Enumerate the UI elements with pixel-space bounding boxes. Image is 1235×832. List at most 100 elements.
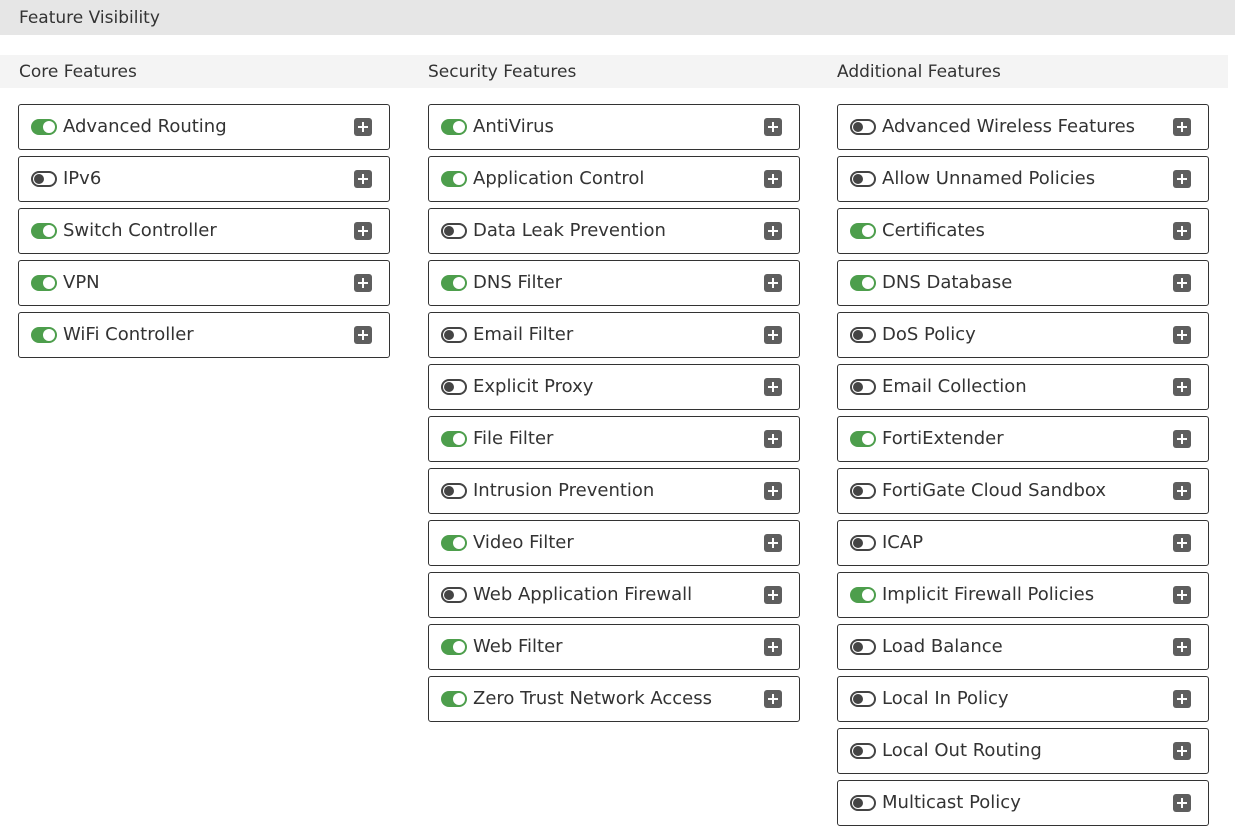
- toggle-knob: [453, 641, 465, 653]
- toggle-switch-icon[interactable]: [850, 691, 876, 707]
- toggle-switch-icon[interactable]: [850, 275, 876, 291]
- plus-square-icon[interactable]: [764, 118, 782, 136]
- plus-square-icon[interactable]: [1173, 586, 1191, 604]
- toggle-switch-icon[interactable]: [850, 587, 876, 603]
- toggle-switch-icon[interactable]: [441, 379, 467, 395]
- feature-item-vpn[interactable]: VPN: [18, 260, 390, 306]
- plus-square-icon[interactable]: [1173, 170, 1191, 188]
- feature-item-advanced-wireless-features[interactable]: Advanced Wireless Features: [837, 104, 1209, 150]
- toggle-knob: [453, 173, 465, 185]
- plus-square-icon[interactable]: [354, 118, 372, 136]
- toggle-switch-icon[interactable]: [441, 171, 467, 187]
- feature-item-icap[interactable]: ICAP: [837, 520, 1209, 566]
- feature-item-ipv6[interactable]: IPv6: [18, 156, 390, 202]
- plus-square-icon[interactable]: [764, 274, 782, 292]
- toggle-switch-icon[interactable]: [441, 119, 467, 135]
- toggle-switch-icon[interactable]: [850, 743, 876, 759]
- toggle-switch-icon[interactable]: [850, 171, 876, 187]
- plus-square-icon[interactable]: [1173, 482, 1191, 500]
- toggle-switch-icon[interactable]: [850, 795, 876, 811]
- plus-square-icon[interactable]: [764, 690, 782, 708]
- feature-item-dos-policy[interactable]: DoS Policy: [837, 312, 1209, 358]
- feature-item-fortiextender[interactable]: FortiExtender: [837, 416, 1209, 462]
- feature-item-multicast-policy[interactable]: Multicast Policy: [837, 780, 1209, 826]
- plus-square-icon[interactable]: [1173, 222, 1191, 240]
- feature-label: File Filter: [473, 428, 554, 449]
- feature-label: AntiVirus: [473, 116, 554, 137]
- toggle-switch-icon[interactable]: [850, 483, 876, 499]
- plus-square-icon[interactable]: [764, 482, 782, 500]
- toggle-switch-icon[interactable]: [441, 431, 467, 447]
- feature-item-allow-unnamed-policies[interactable]: Allow Unnamed Policies: [837, 156, 1209, 202]
- toggle-switch-icon[interactable]: [441, 535, 467, 551]
- toggle-knob: [453, 693, 465, 705]
- plus-square-icon[interactable]: [764, 222, 782, 240]
- plus-square-icon[interactable]: [764, 586, 782, 604]
- plus-square-icon[interactable]: [1173, 690, 1191, 708]
- toggle-switch-icon[interactable]: [31, 275, 57, 291]
- feature-item-intrusion-prevention[interactable]: Intrusion Prevention: [428, 468, 800, 514]
- toggle-switch-icon[interactable]: [31, 327, 57, 343]
- toggle-switch-icon[interactable]: [850, 119, 876, 135]
- plus-square-icon[interactable]: [1173, 534, 1191, 552]
- plus-square-icon[interactable]: [764, 534, 782, 552]
- plus-square-icon[interactable]: [764, 170, 782, 188]
- feature-item-zero-trust-network-access[interactable]: Zero Trust Network Access: [428, 676, 800, 722]
- feature-item-web-filter[interactable]: Web Filter: [428, 624, 800, 670]
- plus-square-icon[interactable]: [1173, 430, 1191, 448]
- feature-item-load-balance[interactable]: Load Balance: [837, 624, 1209, 670]
- toggle-switch-icon[interactable]: [850, 431, 876, 447]
- feature-item-wifi-controller[interactable]: WiFi Controller: [18, 312, 390, 358]
- feature-item-dns-database[interactable]: DNS Database: [837, 260, 1209, 306]
- feature-item-web-application-firewall[interactable]: Web Application Firewall: [428, 572, 800, 618]
- toggle-switch-icon[interactable]: [441, 587, 467, 603]
- feature-item-local-in-policy[interactable]: Local In Policy: [837, 676, 1209, 722]
- feature-item-explicit-proxy[interactable]: Explicit Proxy: [428, 364, 800, 410]
- plus-square-icon[interactable]: [764, 430, 782, 448]
- plus-square-icon[interactable]: [1173, 638, 1191, 656]
- feature-item-fortigate-cloud-sandbox[interactable]: FortiGate Cloud Sandbox: [837, 468, 1209, 514]
- plus-square-icon[interactable]: [1173, 794, 1191, 812]
- toggle-switch-icon[interactable]: [850, 535, 876, 551]
- feature-item-file-filter[interactable]: File Filter: [428, 416, 800, 462]
- plus-square-icon[interactable]: [354, 326, 372, 344]
- feature-item-email-collection[interactable]: Email Collection: [837, 364, 1209, 410]
- feature-item-switch-controller[interactable]: Switch Controller: [18, 208, 390, 254]
- plus-square-icon[interactable]: [1173, 118, 1191, 136]
- feature-item-implicit-firewall-policies[interactable]: Implicit Firewall Policies: [837, 572, 1209, 618]
- feature-item-certificates[interactable]: Certificates: [837, 208, 1209, 254]
- feature-item-local-out-routing[interactable]: Local Out Routing: [837, 728, 1209, 774]
- plus-square-icon[interactable]: [1173, 326, 1191, 344]
- plus-square-icon[interactable]: [764, 378, 782, 396]
- toggle-switch-icon[interactable]: [31, 119, 57, 135]
- toggle-switch-icon[interactable]: [441, 275, 467, 291]
- plus-square-icon[interactable]: [764, 638, 782, 656]
- plus-square-icon[interactable]: [1173, 274, 1191, 292]
- plus-square-icon[interactable]: [354, 274, 372, 292]
- toggle-knob: [43, 121, 55, 133]
- plus-square-icon[interactable]: [764, 326, 782, 344]
- plus-square-icon[interactable]: [1173, 742, 1191, 760]
- toggle-switch-icon[interactable]: [441, 691, 467, 707]
- feature-label: VPN: [63, 272, 100, 293]
- feature-item-antivirus[interactable]: AntiVirus: [428, 104, 800, 150]
- plus-square-icon[interactable]: [354, 170, 372, 188]
- toggle-switch-icon[interactable]: [441, 223, 467, 239]
- feature-item-application-control[interactable]: Application Control: [428, 156, 800, 202]
- plus-square-icon[interactable]: [354, 222, 372, 240]
- feature-item-data-leak-prevention[interactable]: Data Leak Prevention: [428, 208, 800, 254]
- toggle-switch-icon[interactable]: [850, 327, 876, 343]
- toggle-switch-icon[interactable]: [850, 639, 876, 655]
- toggle-switch-icon[interactable]: [441, 327, 467, 343]
- plus-square-icon[interactable]: [1173, 378, 1191, 396]
- toggle-switch-icon[interactable]: [31, 171, 57, 187]
- toggle-switch-icon[interactable]: [850, 223, 876, 239]
- feature-item-dns-filter[interactable]: DNS Filter: [428, 260, 800, 306]
- feature-item-advanced-routing[interactable]: Advanced Routing: [18, 104, 390, 150]
- feature-item-video-filter[interactable]: Video Filter: [428, 520, 800, 566]
- toggle-switch-icon[interactable]: [441, 639, 467, 655]
- toggle-switch-icon[interactable]: [31, 223, 57, 239]
- feature-item-email-filter[interactable]: Email Filter: [428, 312, 800, 358]
- toggle-switch-icon[interactable]: [850, 379, 876, 395]
- toggle-switch-icon[interactable]: [441, 483, 467, 499]
